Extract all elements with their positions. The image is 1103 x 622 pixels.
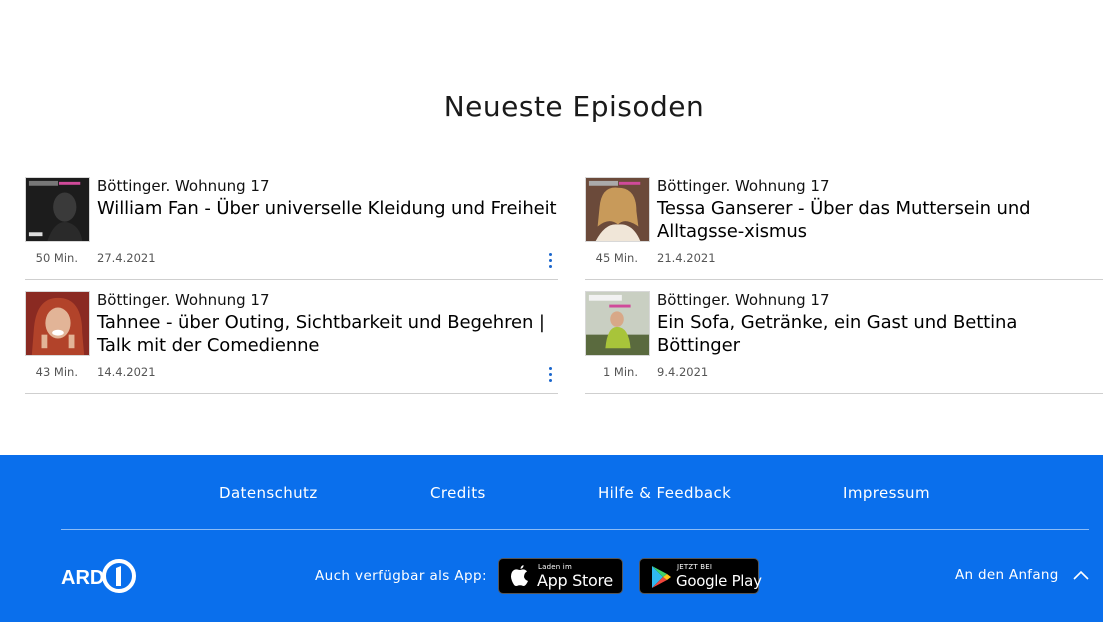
back-to-top-link[interactable]: An den Anfang: [955, 567, 1059, 583]
episode-item[interactable]: Böttinger. Wohnung 17 Tessa Ganserer - Ü…: [585, 166, 1103, 280]
episode-date: 9.4.2021: [657, 365, 709, 379]
episode-item[interactable]: Böttinger. Wohnung 17 William Fan - Über…: [25, 166, 558, 280]
footer-link-impressum[interactable]: Impressum: [843, 484, 930, 502]
show-name: Böttinger. Wohnung 17: [657, 291, 830, 309]
google-play-icon: [652, 566, 671, 588]
footer-link-credits[interactable]: Credits: [430, 484, 486, 502]
episode-duration: 45 Min.: [595, 251, 638, 265]
episode-title[interactable]: Ein Sofa, Getränke, ein Gast und Bettina…: [657, 311, 1103, 357]
episode-thumbnail[interactable]: [585, 291, 650, 356]
episode-thumbnail[interactable]: [25, 291, 90, 356]
section-title: Neueste Episoden: [443, 90, 705, 123]
show-name: Böttinger. Wohnung 17: [97, 177, 270, 195]
episode-date: 21.4.2021: [657, 251, 716, 265]
svg-text:ARD: ARD: [61, 567, 104, 589]
footer-link-datenschutz[interactable]: Datenschutz: [219, 484, 318, 502]
apple-icon: [511, 565, 528, 586]
more-options-icon[interactable]: [546, 367, 554, 387]
episode-date: 14.4.2021: [97, 365, 156, 379]
episode-duration: 1 Min.: [602, 365, 638, 379]
app-store-badge[interactable]: Laden im App Store: [498, 558, 623, 594]
episode-title[interactable]: Tessa Ganserer - Über das Muttersein und…: [657, 197, 1103, 243]
more-options-icon[interactable]: [546, 253, 554, 273]
app-store-big-text: App Store: [537, 571, 613, 590]
footer-divider: [61, 529, 1089, 530]
episode-duration: 43 Min.: [35, 365, 78, 379]
episode-title[interactable]: Tahnee - über Outing, Sichtbarkeit und B…: [97, 311, 558, 357]
google-play-small-text: JETZT BEI: [677, 563, 713, 571]
episode-date: 27.4.2021: [97, 251, 156, 265]
app-availability-label: Auch verfügbar als App:: [315, 568, 487, 584]
show-name: Böttinger. Wohnung 17: [657, 177, 830, 195]
site-footer: Datenschutz Credits Hilfe & Feedback Imp…: [0, 455, 1103, 622]
episode-thumbnail[interactable]: [25, 177, 90, 242]
footer-link-hilfe-feedback[interactable]: Hilfe & Feedback: [598, 484, 731, 502]
google-play-badge[interactable]: JETZT BEI Google Play: [639, 558, 762, 594]
episode-thumbnail[interactable]: [585, 177, 650, 242]
episode-item[interactable]: Böttinger. Wohnung 17 Tahnee - über Outi…: [25, 280, 558, 394]
episode-duration: 50 Min.: [35, 251, 78, 265]
chevron-up-icon[interactable]: [1073, 569, 1089, 581]
episode-title[interactable]: William Fan - Über universelle Kleidung …: [97, 197, 558, 220]
google-play-big-text: Google Play: [676, 572, 762, 590]
ard-logo[interactable]: ARD: [61, 558, 137, 594]
app-store-small-text: Laden im: [538, 563, 572, 571]
show-name: Böttinger. Wohnung 17: [97, 291, 270, 309]
episode-item[interactable]: Böttinger. Wohnung 17 Ein Sofa, Getränke…: [585, 280, 1103, 394]
